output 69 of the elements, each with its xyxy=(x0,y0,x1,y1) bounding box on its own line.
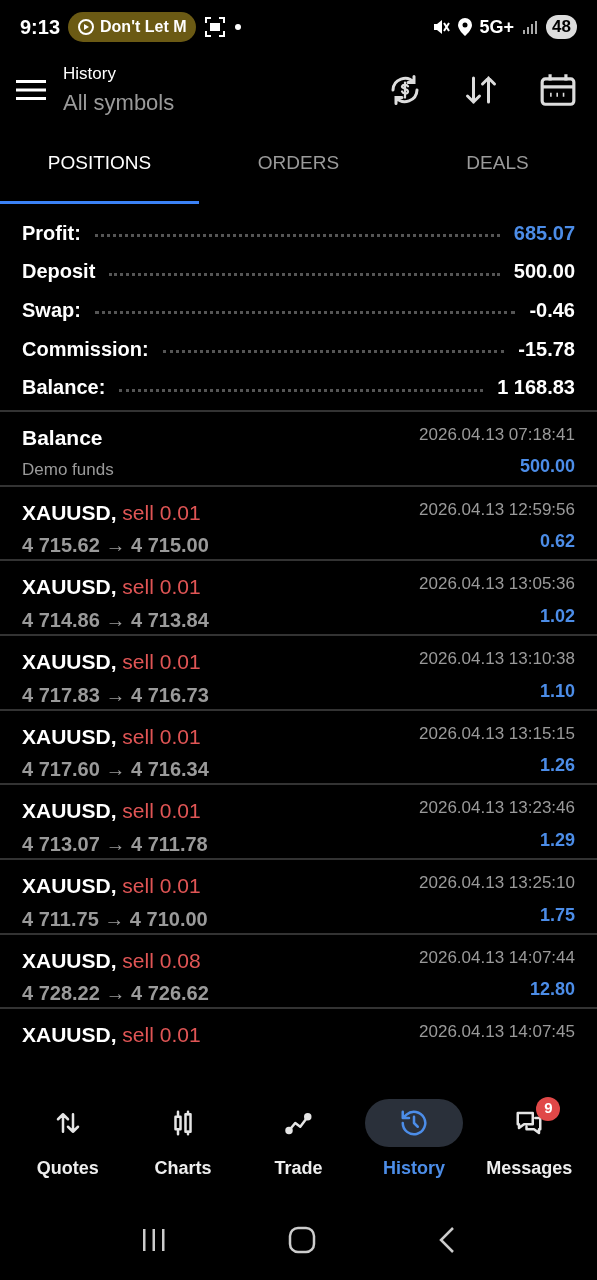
screenshot-icon xyxy=(204,16,227,38)
entry-amount: 500.00 xyxy=(519,455,575,479)
recent-apps-icon[interactable] xyxy=(140,1227,167,1253)
entry-time: 2026.04.13 13:23:46 xyxy=(419,797,575,820)
nav-tab[interactable]: History xyxy=(356,1098,472,1182)
entry-time: 2026.04.13 12:59:56 xyxy=(419,498,575,521)
summary-value: 685.07 xyxy=(513,220,575,246)
entry-amount: 1.26 xyxy=(539,754,575,778)
entry-amount: 1.10 xyxy=(539,679,575,703)
price-change: 4 714.86 → 4 713.84 xyxy=(22,607,209,633)
summary-label: Profit: xyxy=(22,220,81,246)
dot-icon xyxy=(234,23,243,31)
entry-time: 2026.04.13 13:10:38 xyxy=(419,648,575,671)
price-change: 4 728.22 → 4 726.62 xyxy=(22,981,209,1007)
tab[interactable]: DEALS xyxy=(398,126,597,204)
menu-icon[interactable] xyxy=(16,79,46,101)
calendar-icon[interactable] xyxy=(539,71,577,109)
header-subtitle[interactable]: All symbols xyxy=(63,86,175,120)
signal-icon xyxy=(522,19,539,35)
nav-tab[interactable]: Charts xyxy=(125,1098,241,1182)
tab[interactable]: ORDERS xyxy=(199,126,398,204)
tab[interactable]: POSITIONS xyxy=(0,126,199,204)
clock-time: 9:13 xyxy=(20,15,61,40)
mute-icon xyxy=(431,18,450,36)
entry-title: Balance xyxy=(22,424,104,451)
unread-badge: 9 xyxy=(536,1096,561,1121)
price-change: 4 717.60 → 4 716.34 xyxy=(22,757,209,783)
price-change: 4 713.07 → 4 711.78 xyxy=(22,831,208,857)
summary-label: Balance: xyxy=(22,375,106,401)
trade-title: XAUUSD, sell 0.01 xyxy=(22,574,202,601)
summary-value: -0.46 xyxy=(529,298,575,323)
price-change: 4 717.83 → 4 716.73 xyxy=(22,682,209,708)
price-change: 4 715.62 → 4 715.00 xyxy=(22,533,209,559)
entry-amount: 0.62 xyxy=(539,530,575,554)
trade-title: XAUUSD, sell 0.01 xyxy=(22,798,202,825)
trade-title: XAUUSD, sell 0.01 xyxy=(22,499,202,526)
home-icon[interactable] xyxy=(287,1226,316,1254)
summary-label: Swap: xyxy=(22,298,81,323)
trade-title: XAUUSD, sell 0.08 xyxy=(22,947,202,974)
entry-amount: 12.80 xyxy=(529,978,575,1002)
entry-amount: 1.75 xyxy=(539,903,575,927)
header-title: History xyxy=(63,62,117,85)
location-icon xyxy=(457,18,472,36)
entry-amount: 1.29 xyxy=(539,828,575,852)
nav-tab[interactable]: Trade xyxy=(240,1098,357,1182)
entry-comment: Demo funds xyxy=(22,459,114,482)
summary-label: Deposit xyxy=(22,259,96,285)
trade-title: XAUUSD, sell 0.01 xyxy=(22,723,202,750)
summary-label: Commission: xyxy=(22,336,149,362)
entry-time: 2026.04.13 13:25:10 xyxy=(419,872,575,895)
trade-title: XAUUSD, sell 0.01 xyxy=(22,873,202,900)
media-pill[interactable]: Don't Let M xyxy=(68,12,197,42)
entry-time: 2026.04.13 13:15:15 xyxy=(419,722,575,745)
entry-time: 2026.04.13 14:07:45 xyxy=(419,1021,575,1044)
trade-title: XAUUSD, sell 0.01 xyxy=(22,1022,201,1049)
summary-value: -15.78 xyxy=(518,336,575,362)
network-label: 5G+ xyxy=(479,15,515,39)
summary-value: 500.00 xyxy=(513,259,575,285)
play-icon xyxy=(78,19,95,35)
entry-time: 2026.04.13 07:18:41 xyxy=(419,423,575,446)
entry-amount: 1.02 xyxy=(539,604,575,628)
battery-indicator: 48 xyxy=(546,15,577,39)
trade-title: XAUUSD, sell 0.01 xyxy=(22,649,202,676)
entry-time: 2026.04.13 13:05:36 xyxy=(419,573,575,596)
price-change: 4 711.75 → 4 710.00 xyxy=(22,906,208,932)
entry-time: 2026.04.13 14:07:44 xyxy=(419,946,575,969)
nav-tab[interactable]: 9 Messages xyxy=(471,1098,588,1182)
nav-tab[interactable]: Quotes xyxy=(10,1098,126,1182)
summary-value: 1 168.83 xyxy=(497,375,575,401)
